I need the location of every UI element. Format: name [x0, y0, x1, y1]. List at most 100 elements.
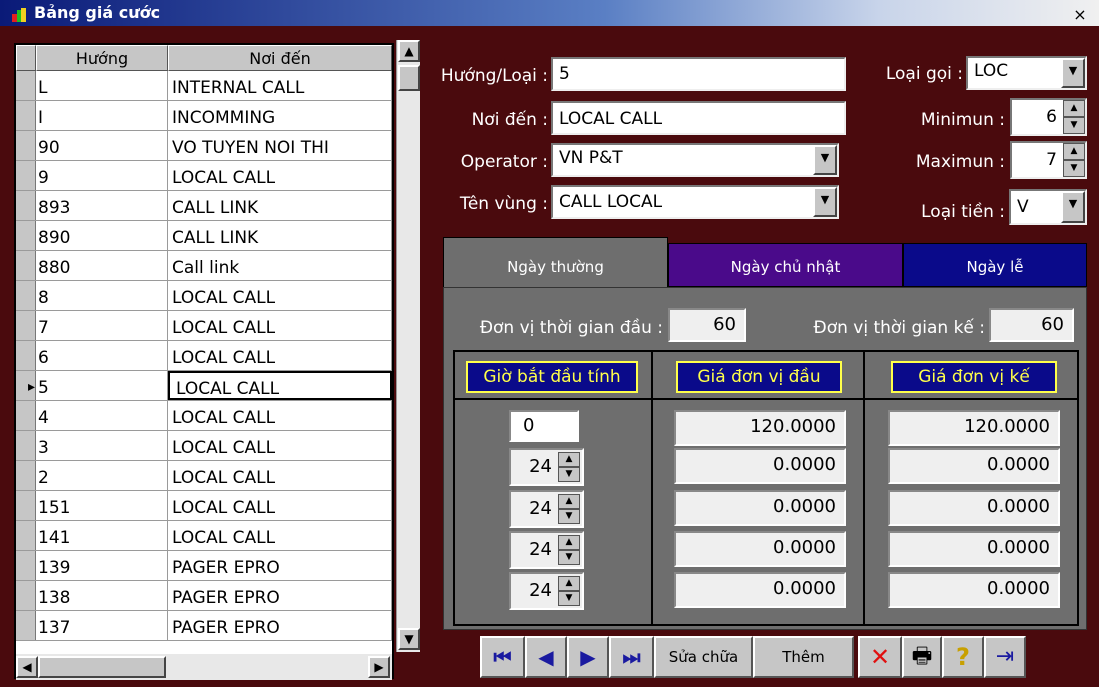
table-row[interactable]: 138 PAGER EPRO — [16, 581, 392, 611]
exit-button[interactable]: ⇥ — [984, 636, 1026, 678]
first-unit-price-field[interactable]: 0.0000 — [674, 448, 846, 484]
table-row[interactable]: 893 CALL LINK — [16, 191, 392, 221]
first-unit-price-field[interactable]: 0.0000 — [674, 572, 846, 608]
title-bar[interactable] — [0, 0, 1099, 26]
header-gia-don-vi-dau[interactable]: Giá đơn vị đầu — [676, 361, 842, 393]
maximun-stepper[interactable]: 7 ▲ ▼ — [1010, 141, 1087, 179]
row-indicator[interactable] — [16, 431, 36, 460]
cell-noi-den[interactable]: LOCAL CALL — [168, 371, 392, 400]
ten-vung-dropdown-button[interactable]: ▼ — [813, 187, 837, 217]
cell-huong[interactable]: 90 — [36, 131, 168, 160]
start-hour-up-button[interactable]: ▲ — [558, 576, 580, 591]
maximun-down-button[interactable]: ▼ — [1063, 160, 1085, 177]
scroll-right-button[interactable]: ▶ — [368, 656, 390, 678]
next-unit-price-field[interactable]: 120.0000 — [888, 410, 1060, 446]
maximun-up-button[interactable]: ▲ — [1063, 143, 1085, 160]
table-row[interactable]: 141 LOCAL CALL — [16, 521, 392, 551]
table-row[interactable]: 4 LOCAL CALL — [16, 401, 392, 431]
cell-noi-den[interactable]: LOCAL CALL — [168, 491, 392, 520]
row-indicator[interactable] — [16, 71, 36, 100]
table-row[interactable]: 3 LOCAL CALL — [16, 431, 392, 461]
cell-huong[interactable]: 137 — [36, 611, 168, 640]
table-row[interactable]: 137 PAGER EPRO — [16, 611, 392, 641]
grid-vertical-scrollbar[interactable]: ▲ ▼ — [396, 40, 420, 652]
row-indicator[interactable] — [16, 191, 36, 220]
cell-noi-den[interactable]: LOCAL CALL — [168, 521, 392, 550]
cell-noi-den[interactable]: INCOMMING — [168, 101, 392, 130]
cell-huong[interactable]: 5 — [36, 371, 168, 400]
cell-noi-den[interactable]: VO TUYEN NOI THI — [168, 131, 392, 160]
grid-horizontal-scrollbar[interactable]: ◀ ▶ — [16, 654, 392, 680]
tab-ngay-le[interactable]: Ngày lễ — [903, 243, 1087, 287]
cell-huong[interactable]: 138 — [36, 581, 168, 610]
table-row[interactable]: I INCOMMING — [16, 101, 392, 131]
cell-huong[interactable]: 139 — [36, 551, 168, 580]
edit-button[interactable]: Sửa chữa — [654, 636, 753, 678]
row-indicator[interactable] — [16, 251, 36, 280]
start-hour-down-button[interactable]: ▼ — [558, 591, 580, 606]
cell-huong[interactable]: 6 — [36, 341, 168, 370]
cell-huong[interactable]: 8 — [36, 281, 168, 310]
first-unit-field[interactable]: 60 — [668, 308, 746, 342]
minimun-stepper[interactable]: 6 ▲ ▼ — [1010, 98, 1087, 136]
start-hour-down-button[interactable]: ▼ — [558, 550, 580, 565]
first-unit-price-field[interactable]: 0.0000 — [674, 490, 846, 526]
loai-tien-dropdown-button[interactable]: ▼ — [1061, 191, 1085, 223]
table-row[interactable]: 880 Call link — [16, 251, 392, 281]
row-indicator[interactable] — [16, 551, 36, 580]
loai-tien-select[interactable]: V ▼ — [1009, 189, 1087, 225]
table-row[interactable]: 90 VO TUYEN NOI THI — [16, 131, 392, 161]
cell-noi-den[interactable]: LOCAL CALL — [168, 281, 392, 310]
first-record-button[interactable]: ⏮ — [480, 636, 525, 678]
next-record-button[interactable]: ▶ — [567, 636, 609, 678]
first-unit-price-field[interactable]: 0.0000 — [674, 531, 846, 567]
cell-noi-den[interactable]: PAGER EPRO — [168, 581, 392, 610]
start-hour-down-button[interactable]: ▼ — [558, 509, 580, 524]
row-indicator[interactable] — [16, 101, 36, 130]
tab-ngay-thuong[interactable]: Ngày thường — [443, 237, 668, 289]
scroll-up-button[interactable]: ▲ — [398, 40, 420, 62]
first-unit-price-field[interactable]: 120.0000 — [674, 410, 846, 446]
row-indicator[interactable] — [16, 221, 36, 250]
help-button[interactable]: ? — [942, 636, 984, 678]
start-hour-stepper[interactable]: 24 ▲ ▼ — [509, 572, 584, 610]
row-indicator[interactable] — [16, 401, 36, 430]
next-unit-field[interactable]: 60 — [989, 308, 1074, 342]
scroll-left-button[interactable]: ◀ — [16, 656, 38, 678]
start-hour-up-button[interactable]: ▲ — [558, 494, 580, 509]
table-row[interactable]: 890 CALL LINK — [16, 221, 392, 251]
ten-vung-select[interactable]: CALL LOCAL ▼ — [551, 185, 839, 219]
noi-den-field[interactable]: LOCAL CALL — [551, 101, 846, 135]
cell-huong[interactable]: L — [36, 71, 168, 100]
table-row[interactable]: 2 LOCAL CALL — [16, 461, 392, 491]
table-row[interactable]: 8 LOCAL CALL — [16, 281, 392, 311]
table-row[interactable]: 151 LOCAL CALL — [16, 491, 392, 521]
start-hour-down-button[interactable]: ▼ — [558, 467, 580, 482]
row-indicator[interactable] — [16, 341, 36, 370]
start-hour-up-button[interactable]: ▲ — [558, 452, 580, 467]
row-indicator[interactable] — [16, 521, 36, 550]
close-button[interactable]: × — [1071, 6, 1089, 23]
cell-huong[interactable]: 9 — [36, 161, 168, 190]
last-record-button[interactable]: ⏭ — [609, 636, 654, 678]
cell-huong[interactable]: 141 — [36, 521, 168, 550]
next-unit-price-field[interactable]: 0.0000 — [888, 531, 1060, 567]
tab-ngay-chu-nhat[interactable]: Ngày chủ nhật — [668, 243, 903, 287]
row-indicator[interactable] — [16, 461, 36, 490]
table-row[interactable]: 9 LOCAL CALL — [16, 161, 392, 191]
prev-record-button[interactable]: ◀ — [525, 636, 567, 678]
minimun-up-button[interactable]: ▲ — [1063, 100, 1085, 117]
start-hour-stepper[interactable]: 24 ▲ ▼ — [509, 448, 584, 486]
cell-huong[interactable]: 7 — [36, 311, 168, 340]
start-hour-up-button[interactable]: ▲ — [558, 535, 580, 550]
next-unit-price-field[interactable]: 0.0000 — [888, 572, 1060, 608]
table-row[interactable]: ▸ 5 LOCAL CALL — [16, 371, 392, 401]
cell-noi-den[interactable]: LOCAL CALL — [168, 161, 392, 190]
row-indicator[interactable] — [16, 491, 36, 520]
table-row[interactable]: L INTERNAL CALL — [16, 71, 392, 101]
cell-noi-den[interactable]: LOCAL CALL — [168, 431, 392, 460]
row-indicator[interactable] — [16, 311, 36, 340]
row-indicator[interactable]: ▸ — [16, 371, 36, 400]
minimun-down-button[interactable]: ▼ — [1063, 117, 1085, 134]
header-gia-don-vi-ke[interactable]: Giá đơn vị kế — [891, 361, 1057, 393]
